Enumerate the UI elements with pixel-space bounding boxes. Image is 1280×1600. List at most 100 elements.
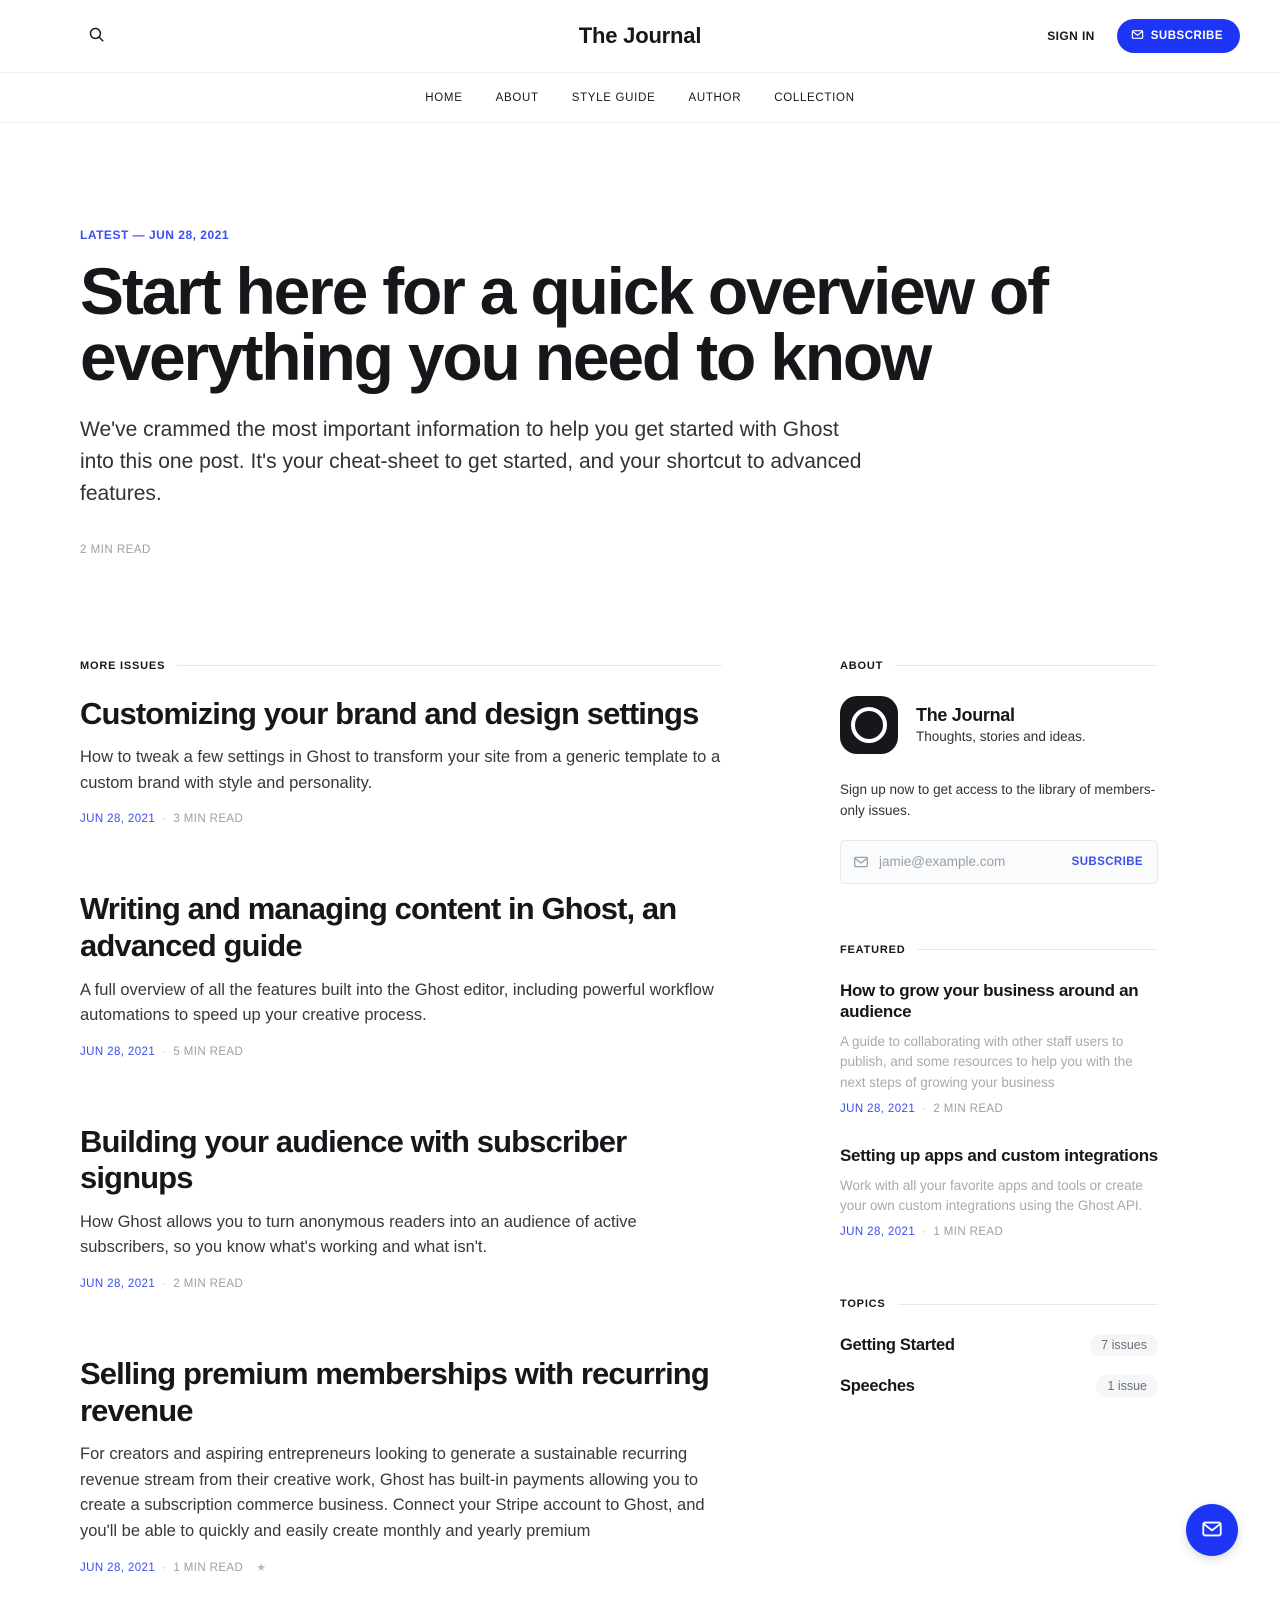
publication-name: The Journal xyxy=(916,705,1015,726)
article-read-time: 1 MIN READ xyxy=(173,1561,244,1574)
article-list-item[interactable]: Building your audience with subscriber s… xyxy=(80,1124,722,1290)
article-read-time: 5 MIN READ xyxy=(173,1045,244,1058)
sidebar-subscribe-link[interactable]: SUBSCRIBE xyxy=(1072,856,1143,868)
topic-list-item[interactable]: Getting Started 7 issues xyxy=(840,1334,1158,1357)
article-excerpt: How to tweak a few settings in Ghost to … xyxy=(80,748,721,792)
sidebar: ABOUT The Journal Thoughts, stories and … xyxy=(840,660,1158,1398)
sign-in-link[interactable]: SIGN IN xyxy=(1047,29,1094,43)
article-excerpt: How Ghost allows you to turn anonymous r… xyxy=(80,1212,637,1257)
content-layout: MORE ISSUES Customizing your brand and d… xyxy=(0,556,1280,1575)
mail-icon xyxy=(1201,1518,1223,1543)
portal-floating-button[interactable] xyxy=(1186,1504,1238,1556)
article-meta: JUN 28, 2021 · 1 MIN READ ★ xyxy=(80,1561,722,1575)
article-list-item[interactable]: Writing and managing content in Ghost, a… xyxy=(80,891,722,1057)
article-list-item[interactable]: Selling premium memberships with recurri… xyxy=(80,1356,722,1574)
publication-tagline: Thoughts, stories and ideas. xyxy=(916,729,1086,745)
logo-dot xyxy=(858,713,880,736)
hero-excerpt: We've crammed the most important informa… xyxy=(80,418,862,505)
sidebar-featured-block: FEATURED How to grow your business aroun… xyxy=(840,944,1158,1239)
featured-title: Setting up apps and custom integrations xyxy=(840,1145,1158,1165)
featured-heading: FEATURED xyxy=(840,944,1158,956)
featured-date: JUN 28, 2021 xyxy=(840,1226,916,1239)
divider xyxy=(917,949,1158,951)
topic-count-badge: 7 issues xyxy=(1090,1334,1158,1357)
hero-title: Start here for a quick overview of every… xyxy=(80,254,1049,394)
article-meta: JUN 28, 2021 · 3 MIN READ xyxy=(80,813,722,825)
email-input[interactable] xyxy=(869,853,1072,871)
subscribe-button[interactable]: SUBSCRIBE xyxy=(1116,19,1240,53)
section-label: TOPICS xyxy=(840,1298,886,1311)
featured-meta: JUN 28, 2021 · 1 MIN READ xyxy=(840,1226,1158,1238)
article-title: Writing and managing content in Ghost, a… xyxy=(80,891,677,963)
article-date: JUN 28, 2021 xyxy=(80,1561,156,1574)
article-read-time: 3 MIN READ xyxy=(173,813,244,826)
divider xyxy=(177,665,722,667)
article-date: JUN 28, 2021 xyxy=(80,1277,156,1290)
featured-list-item[interactable]: Setting up apps and custom integrations … xyxy=(840,1145,1158,1238)
meta-separator: · xyxy=(162,1045,167,1058)
article-read-time: 2 MIN READ xyxy=(173,1277,244,1290)
publication-text: The Journal Thoughts, stories and ideas. xyxy=(916,705,1086,744)
article-excerpt: A full overview of all the features buil… xyxy=(80,980,714,1025)
featured-date: JUN 28, 2021 xyxy=(840,1102,916,1115)
meta-separator: · xyxy=(162,1561,167,1574)
site-header: The Journal SIGN IN SUBSCRIBE xyxy=(0,0,1280,72)
article-excerpt: For creators and aspiring entrepreneurs … xyxy=(80,1445,705,1540)
search-icon xyxy=(88,26,105,46)
article-meta: JUN 28, 2021 · 2 MIN READ xyxy=(80,1278,722,1290)
hero-read-time: 2 MIN READ xyxy=(80,543,151,556)
header-actions: SIGN IN SUBSCRIBE xyxy=(1047,19,1240,53)
hero-post[interactable]: LATEST — JUN 28, 2021 Start here for a q… xyxy=(0,123,1280,556)
section-label: MORE ISSUES xyxy=(80,659,166,672)
divider xyxy=(897,1303,1158,1305)
divider xyxy=(895,665,1158,667)
section-label: ABOUT xyxy=(840,659,884,672)
topic-name: Getting Started xyxy=(840,1335,955,1354)
meta-separator: · xyxy=(162,813,167,826)
featured-read-time: 1 MIN READ xyxy=(933,1226,1004,1239)
meta-separator: · xyxy=(922,1226,927,1239)
featured-read-time: 2 MIN READ xyxy=(933,1102,1004,1115)
sidebar-about-block: ABOUT The Journal Thoughts, stories and … xyxy=(840,660,1158,884)
topic-name: Speeches xyxy=(840,1376,915,1395)
featured-title: How to grow your business around an audi… xyxy=(840,980,1139,1022)
more-issues-column: MORE ISSUES Customizing your brand and d… xyxy=(80,660,722,1574)
article-title: Building your audience with subscriber s… xyxy=(80,1123,627,1196)
nav-item-about[interactable]: ABOUT xyxy=(496,92,539,104)
hero-kicker: LATEST — JUN 28, 2021 xyxy=(80,228,229,242)
meta-separator: · xyxy=(162,1277,167,1290)
featured-list-item[interactable]: How to grow your business around an audi… xyxy=(840,980,1158,1115)
article-list-item[interactable]: Customizing your brand and design settin… xyxy=(80,696,722,826)
featured-excerpt: Work with all your favorite apps and too… xyxy=(840,1177,1143,1213)
signup-blurb: Sign up now to get access to the library… xyxy=(840,781,1156,818)
nav-item-author[interactable]: AUTHOR xyxy=(688,92,741,104)
article-title: Customizing your brand and design settin… xyxy=(80,695,699,731)
topic-list-item[interactable]: Speeches 1 issue xyxy=(840,1375,1158,1398)
sidebar-subscribe-form: SUBSCRIBE xyxy=(840,839,1158,884)
topic-count-badge: 1 issue xyxy=(1096,1375,1158,1398)
article-date: JUN 28, 2021 xyxy=(80,813,156,826)
article-meta: JUN 28, 2021 · 5 MIN READ xyxy=(80,1046,722,1058)
members-star-icon: ★ xyxy=(256,1562,267,1575)
mail-icon xyxy=(1131,28,1144,44)
more-issues-heading: MORE ISSUES xyxy=(80,660,722,672)
mail-icon xyxy=(853,854,869,870)
nav-item-style-guide[interactable]: STYLE GUIDE xyxy=(572,92,656,104)
article-date: JUN 28, 2021 xyxy=(80,1045,156,1058)
meta-separator: · xyxy=(922,1102,927,1115)
primary-navigation: HOME ABOUT STYLE GUIDE AUTHOR COLLECTION xyxy=(0,72,1280,123)
publication-identity: The Journal Thoughts, stories and ideas. xyxy=(840,695,1158,754)
sidebar-topics-block: TOPICS Getting Started 7 issues Speeches… xyxy=(840,1298,1158,1398)
subscribe-button-label: SUBSCRIBE xyxy=(1150,30,1223,42)
featured-excerpt: A guide to collaborating with other staf… xyxy=(840,1034,1133,1090)
section-label: FEATURED xyxy=(840,943,906,956)
featured-meta: JUN 28, 2021 · 2 MIN READ xyxy=(840,1103,1158,1115)
logo-ring xyxy=(851,706,887,743)
article-title: Selling premium memberships with recurri… xyxy=(80,1355,710,1428)
nav-item-collection[interactable]: COLLECTION xyxy=(774,92,855,104)
ghost-logo-icon xyxy=(840,695,898,754)
topics-heading: TOPICS xyxy=(840,1298,1158,1310)
search-button[interactable] xyxy=(80,20,112,52)
about-heading: ABOUT xyxy=(840,660,1158,672)
nav-item-home[interactable]: HOME xyxy=(425,92,462,104)
